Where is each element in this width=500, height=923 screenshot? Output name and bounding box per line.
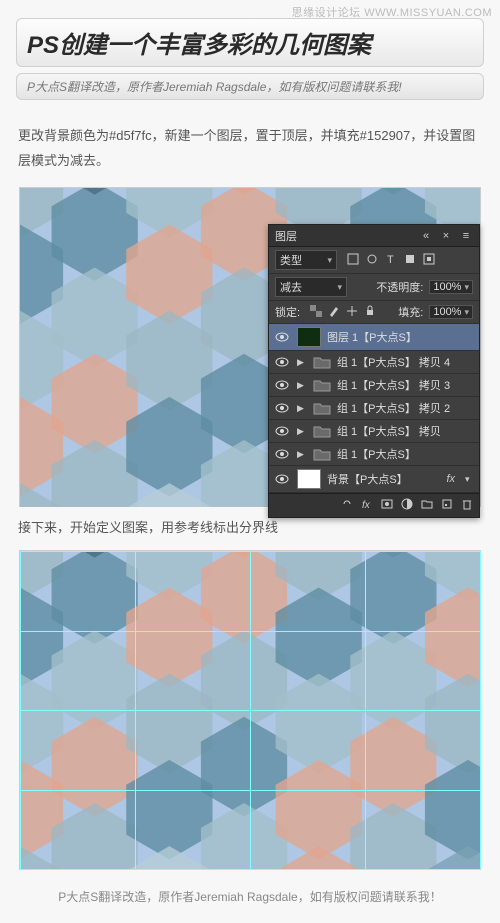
figure-1: 图层 « × ≡ 类型 ▾ T 减去 ▾ 不透明度: bbox=[19, 187, 481, 507]
footer-text: P大点S翻译改造，原作者Jeremiah Ragsdale，如有版权问题请联系我… bbox=[0, 870, 500, 923]
lock-paint-icon[interactable] bbox=[328, 305, 340, 320]
layer-item[interactable]: ▶ 组 1【P大点S】 拷贝 bbox=[269, 420, 479, 443]
paragraph-1: 更改背景颜色为#d5f7fc，新建一个图层，置于顶层，并填充#152907，并设… bbox=[0, 110, 500, 187]
layer-item[interactable]: ▶ 组 1【P大点S】 bbox=[269, 443, 479, 466]
panel-tab-label[interactable]: 图层 bbox=[275, 228, 413, 244]
hex-pattern-2 bbox=[20, 551, 480, 870]
chevron-down-icon: ▾ bbox=[337, 282, 342, 293]
svg-text:T: T bbox=[387, 254, 394, 265]
fx-indicator[interactable]: fx bbox=[446, 473, 459, 485]
layer-label: 组 1【P大点S】 拷贝 2 bbox=[337, 400, 475, 416]
lock-position-icon[interactable] bbox=[346, 305, 358, 320]
figure-2 bbox=[19, 550, 481, 870]
close-icon[interactable]: × bbox=[439, 229, 453, 243]
panel-menu-icon[interactable]: ≡ bbox=[459, 229, 473, 243]
filter-pixel-icon[interactable] bbox=[347, 253, 359, 268]
filter-type-label: 类型 bbox=[280, 252, 302, 268]
filter-shape-icon[interactable] bbox=[404, 253, 416, 268]
expand-triangle-icon[interactable]: ▶ bbox=[297, 449, 307, 460]
fill-input[interactable]: 100% ▾ bbox=[429, 305, 473, 319]
layer-item[interactable]: ▶ 组 1【P大点S】 拷贝 2 bbox=[269, 397, 479, 420]
blend-mode-value: 减去 bbox=[280, 279, 302, 295]
panel-footer: fx bbox=[269, 493, 479, 517]
layer-label: 组 1【P大点S】 拷贝 bbox=[337, 423, 475, 439]
layer-label: 组 1【P大点S】 bbox=[337, 446, 475, 462]
expand-triangle-icon[interactable]: ▶ bbox=[297, 357, 307, 368]
layer-label: 背景【P大点S】 bbox=[327, 471, 440, 487]
folder-icon bbox=[313, 378, 331, 392]
visibility-eye-icon[interactable] bbox=[273, 355, 291, 369]
panel-titlebar: 图层 « × ≡ bbox=[269, 225, 479, 247]
new-layer-icon[interactable] bbox=[441, 498, 453, 513]
filter-type-select[interactable]: 类型 ▾ bbox=[275, 250, 337, 270]
chevron-down-icon: ▾ bbox=[327, 255, 332, 266]
layer-item[interactable]: ▶ 组 1【P大点S】 拷贝 4 bbox=[269, 351, 479, 374]
visibility-eye-icon[interactable] bbox=[273, 424, 291, 438]
fill-value: 100% bbox=[433, 306, 461, 318]
chevron-down-icon[interactable]: ▾ bbox=[465, 474, 475, 485]
opacity-input[interactable]: 100% ▾ bbox=[429, 280, 473, 294]
layers-list: 图层 1【P大点S】 ▶ 组 1【P大点S】 拷贝 4 ▶ 组 1【P大点S】 拷贝 3… bbox=[269, 324, 479, 493]
folder-icon bbox=[313, 401, 331, 415]
watermark-text: 思缘设计论坛 WWW.MISSYUAN.COM bbox=[292, 4, 492, 20]
type-filter-row: 类型 ▾ T bbox=[269, 247, 479, 274]
fill-label: 填充: bbox=[398, 304, 423, 320]
guide-vertical bbox=[480, 551, 481, 869]
blend-mode-select[interactable]: 减去 ▾ bbox=[275, 277, 347, 297]
lock-all-icon[interactable] bbox=[364, 305, 376, 320]
filter-smart-icon[interactable] bbox=[423, 253, 435, 268]
lock-row: 锁定: 填充: 100% ▾ bbox=[269, 301, 479, 324]
visibility-eye-icon[interactable] bbox=[273, 472, 291, 486]
folder-icon bbox=[313, 355, 331, 369]
visibility-eye-icon[interactable] bbox=[273, 447, 291, 461]
chevron-down-icon: ▾ bbox=[464, 282, 469, 293]
visibility-eye-icon[interactable] bbox=[273, 401, 291, 415]
visibility-eye-icon[interactable] bbox=[273, 378, 291, 392]
visibility-eye-icon[interactable] bbox=[273, 330, 291, 344]
page-subtitle: P大点S翻译改造，原作者Jeremiah Ragsdale，如有版权问题请联系我… bbox=[16, 73, 484, 100]
layer-item[interactable]: 背景【P大点S】 fx ▾ bbox=[269, 466, 479, 493]
folder-icon bbox=[313, 447, 331, 461]
opacity-value: 100% bbox=[433, 281, 461, 293]
blend-row: 减去 ▾ 不透明度: 100% ▾ bbox=[269, 274, 479, 301]
expand-triangle-icon[interactable]: ▶ bbox=[297, 426, 307, 437]
layer-thumbnail bbox=[297, 469, 321, 489]
lock-label: 锁定: bbox=[275, 304, 300, 320]
layer-item[interactable]: ▶ 组 1【P大点S】 拷贝 3 bbox=[269, 374, 479, 397]
page-title: PS创建一个丰富多彩的几何图案 bbox=[16, 18, 484, 67]
adjustment-layer-icon[interactable] bbox=[401, 498, 413, 513]
filter-type-icon[interactable]: T bbox=[385, 253, 397, 268]
layers-panel: 图层 « × ≡ 类型 ▾ T 减去 ▾ 不透明度: bbox=[268, 224, 480, 518]
folder-icon bbox=[313, 424, 331, 438]
layer-item[interactable]: 图层 1【P大点S】 bbox=[269, 324, 479, 351]
layer-label: 组 1【P大点S】 拷贝 3 bbox=[337, 377, 475, 393]
layer-mask-icon[interactable] bbox=[381, 498, 393, 513]
chevron-down-icon: ▾ bbox=[464, 307, 469, 318]
layer-style-icon[interactable]: fx bbox=[361, 498, 373, 513]
filter-adjust-icon[interactable] bbox=[366, 253, 378, 268]
layer-label: 图层 1【P大点S】 bbox=[327, 329, 475, 345]
layer-thumbnail bbox=[297, 327, 321, 347]
layer-label: 组 1【P大点S】 拷贝 4 bbox=[337, 354, 475, 370]
expand-triangle-icon[interactable]: ▶ bbox=[297, 380, 307, 391]
svg-text:fx: fx bbox=[362, 500, 371, 510]
opacity-label: 不透明度: bbox=[376, 279, 423, 295]
delete-layer-icon[interactable] bbox=[461, 498, 473, 513]
expand-triangle-icon[interactable]: ▶ bbox=[297, 403, 307, 414]
new-group-icon[interactable] bbox=[421, 498, 433, 513]
collapse-arrows-icon[interactable]: « bbox=[419, 229, 433, 243]
lock-transparency-icon[interactable] bbox=[310, 305, 322, 320]
link-layers-icon[interactable] bbox=[341, 498, 353, 513]
